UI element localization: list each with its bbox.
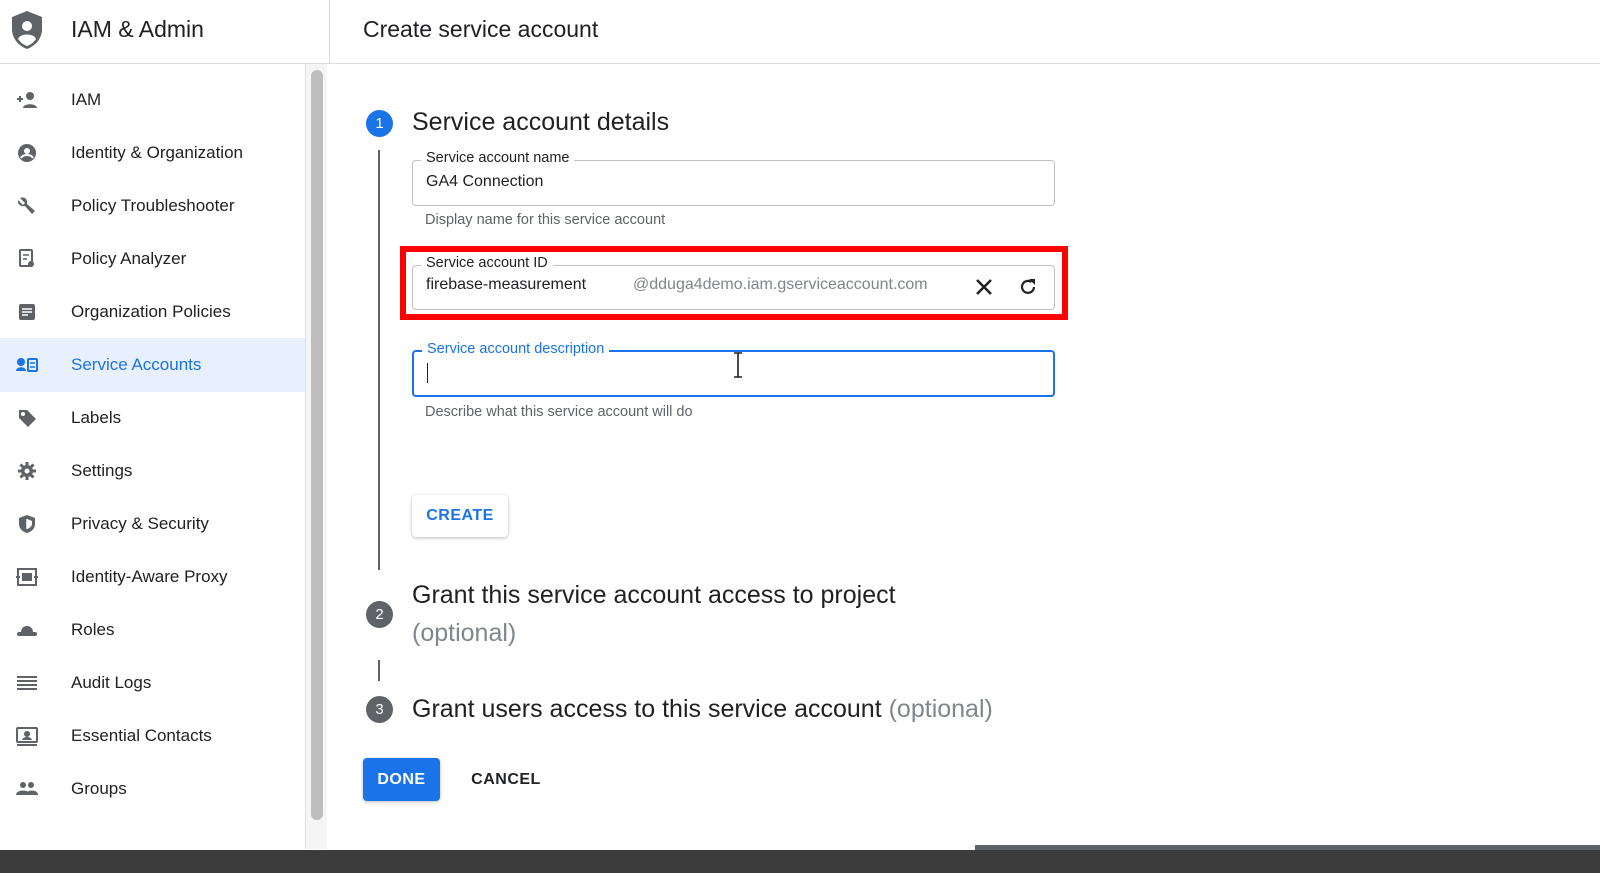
sidebar-item-essential-contacts[interactable]: Essential Contacts <box>0 709 305 763</box>
policy-analyzer-icon <box>16 249 38 269</box>
service-account-id-input[interactable]: firebase-measurement <box>426 276 586 294</box>
sidebar-item-privacy-security[interactable]: Privacy & Security <box>0 497 305 551</box>
service-account-description-field[interactable]: Service account description <box>412 341 1055 397</box>
account-circle-icon <box>16 143 38 163</box>
sidebar-item-audit-logs[interactable]: Audit Logs <box>0 656 305 710</box>
sidebar-item-groups[interactable]: Groups <box>0 762 305 816</box>
list-document-icon <box>16 302 38 322</box>
brand-area: IAM & Admin <box>0 0 330 64</box>
contact-card-icon <box>16 726 38 746</box>
field-label: Service account description <box>422 341 610 357</box>
gear-icon <box>16 461 38 481</box>
step-3-title: Grant users access to this service accou… <box>412 695 882 723</box>
step-3-optional: (optional) <box>888 695 993 723</box>
bottom-bar <box>0 850 1600 873</box>
field-label: Service account name <box>421 150 575 166</box>
field-label: Service account ID <box>421 255 553 271</box>
sidebar-item-label: Audit Logs <box>71 673 152 692</box>
sidebar-item-label: Roles <box>71 620 115 639</box>
sidebar-item-label: Identity-Aware Proxy <box>71 567 228 586</box>
text-caret <box>427 363 428 383</box>
done-button[interactable]: DONE <box>363 758 440 801</box>
sidebar-item-roles[interactable]: Roles <box>0 603 305 657</box>
sidebar-item-label: Essential Contacts <box>71 726 212 745</box>
shield-icon <box>16 514 38 534</box>
sidebar-item-settings[interactable]: Settings <box>0 444 305 498</box>
sidebar-scrollbar-thumb[interactable] <box>311 70 323 820</box>
description-hint: Describe what this service account will … <box>425 404 693 420</box>
sidebar-item-organization-policies[interactable]: Organization Policies <box>0 285 305 339</box>
sidebar-item-label: Organization Policies <box>71 302 231 321</box>
cancel-button[interactable]: CANCEL <box>466 758 546 801</box>
sidebar-item-label: Policy Analyzer <box>71 249 187 268</box>
sidebar-item-iam[interactable]: IAM <box>0 73 305 127</box>
sidebar-item-labels[interactable]: Labels <box>0 391 305 445</box>
step-1-connector <box>378 150 380 570</box>
group-icon <box>16 779 38 799</box>
step-2-optional: (optional) <box>412 619 517 647</box>
text-cursor-icon <box>734 352 742 378</box>
name-hint: Display name for this service account <box>425 212 666 228</box>
sidebar-item-label: Service Accounts <box>71 355 202 374</box>
step-3-title-row[interactable]: Grant users access to this service accou… <box>412 691 993 728</box>
hat-icon <box>16 620 38 640</box>
sidebar-item-label: Settings <box>71 461 133 480</box>
sidebar-item-policy-analyzer[interactable]: Policy Analyzer <box>0 232 305 286</box>
sidebar-item-service-accounts[interactable]: Service Accounts <box>0 338 305 392</box>
step-2-connector <box>378 660 380 681</box>
create-button[interactable]: CREATE <box>412 495 508 537</box>
service-account-icon <box>16 355 38 375</box>
refresh-icon[interactable] <box>1014 273 1042 301</box>
step-1-title[interactable]: Service account details <box>412 104 669 141</box>
sidebar-item-identity-aware-proxy[interactable]: Identity-Aware Proxy <box>0 550 305 604</box>
sidebar-item-label: IAM <box>71 90 102 109</box>
person-add-icon <box>16 90 38 110</box>
sidebar-item-label: Groups <box>71 779 127 798</box>
service-account-name-field[interactable]: Service account name GA4 Connection <box>412 150 1055 206</box>
sidebar-item-label: Privacy & Security <box>71 514 209 533</box>
sidebar-item-policy-troubleshooter[interactable]: Policy Troubleshooter <box>0 179 305 233</box>
sidebar: IAM Identity & Organization Policy Troub… <box>0 64 330 849</box>
step-2-badge: 2 <box>366 601 393 628</box>
sidebar-item-label: Policy Troubleshooter <box>71 196 235 215</box>
sidebar-item-label: Identity & Organization <box>71 143 243 162</box>
service-account-id-domain: @dduga4demo.iam.gserviceaccount.com <box>633 276 928 293</box>
page-title: Create service account <box>363 16 599 42</box>
sidebar-item-label: Labels <box>71 408 122 427</box>
label-tag-icon <box>16 408 38 428</box>
proxy-icon <box>16 567 38 587</box>
sidebar-item-identity-organization[interactable]: Identity & Organization <box>0 126 305 180</box>
step-2-title[interactable]: Grant this service account access to pro… <box>412 577 896 614</box>
app-title: IAM & Admin <box>71 16 204 42</box>
lines-icon <box>16 673 38 693</box>
step-1-badge: 1 <box>366 110 393 137</box>
step-3-badge: 3 <box>366 696 393 723</box>
iam-shield-icon <box>12 11 42 49</box>
top-header: IAM & Admin Create service account <box>0 0 1600 64</box>
wrench-icon <box>16 196 38 216</box>
service-account-id-field[interactable]: Service account ID firebase-measurement … <box>412 255 1055 310</box>
service-account-name-input[interactable]: GA4 Connection <box>426 173 543 191</box>
clear-icon[interactable] <box>970 273 998 301</box>
